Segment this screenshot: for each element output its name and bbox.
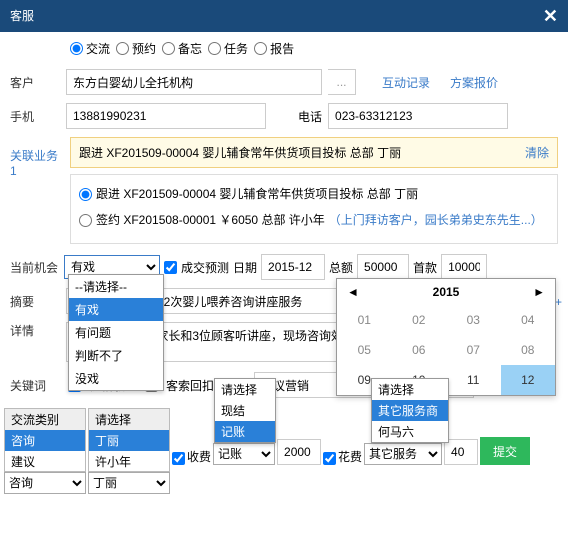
submit-button[interactable]: 提交	[480, 437, 530, 465]
forecast-label: 成交预测	[181, 259, 229, 276]
cal-next-icon[interactable]: ►	[533, 285, 545, 299]
biz-radio-group: 跟进 XF201509-00004 婴儿辅食常年供货项目投标 总部 丁丽 签约 …	[70, 174, 558, 244]
opportunity-label: 当前机会	[10, 259, 60, 276]
opp-opt-no[interactable]: 没戏	[69, 367, 163, 390]
flower-opt-0[interactable]: 请选择	[372, 379, 448, 400]
person-opt-1[interactable]: 丁丽	[89, 430, 169, 451]
cat-header: 交流类别	[5, 409, 85, 430]
related-biz-text: 跟进 XF201509-00004 婴儿辅食常年供货项目投标 总部 丁丽	[79, 144, 401, 161]
flower-checkbox[interactable]	[323, 452, 336, 465]
cal-year: 2015	[433, 285, 460, 299]
pay-opt-0[interactable]: 请选择	[215, 379, 275, 400]
cal-m06[interactable]: 06	[392, 335, 447, 365]
mode-tabs: 交流 预约 备忘 任务 报告	[0, 32, 568, 65]
flower-amount-input[interactable]	[444, 439, 478, 465]
pay-checkbox[interactable]	[172, 452, 185, 465]
window-title: 客服	[10, 0, 34, 32]
opportunity-dropdown[interactable]: --请选择-- 有戏 有问题 判断不了 没戏	[68, 274, 164, 391]
phone-label: 电话	[298, 108, 322, 125]
tab-task[interactable]: 任务	[208, 40, 248, 57]
quote-link[interactable]: 方案报价	[450, 74, 498, 91]
flower-opt-1[interactable]: 其它服务商	[372, 400, 448, 421]
firstpay-label: 首款	[413, 259, 437, 276]
cal-m11[interactable]: 11	[446, 365, 501, 395]
customer-input[interactable]	[66, 69, 322, 95]
opp-opt-youxi[interactable]: 有戏	[69, 298, 163, 321]
date-input[interactable]	[261, 254, 325, 280]
related-biz-label[interactable]: 关联业务1	[10, 147, 60, 178]
flower-dropdown[interactable]: 请选择 其它服务商 何马六	[371, 378, 449, 443]
mobile-label: 手机	[10, 108, 60, 125]
person-header: 请选择	[89, 409, 169, 430]
pay-select[interactable]: 记账	[213, 443, 275, 465]
total-label: 总额	[329, 259, 353, 276]
opp-opt-placeholder[interactable]: --请选择--	[69, 275, 163, 298]
opp-opt-problem[interactable]: 有问题	[69, 321, 163, 344]
cal-prev-icon[interactable]: ◄	[347, 285, 359, 299]
clear-link[interactable]: 清除	[525, 144, 549, 161]
tab-appoint[interactable]: 预约	[116, 40, 156, 57]
keyword-label: 关键词	[10, 377, 60, 394]
tab-report[interactable]: 报告	[254, 40, 294, 57]
person-select[interactable]: 丁丽	[88, 472, 170, 494]
firstpay-input[interactable]	[441, 254, 487, 280]
cal-m07[interactable]: 07	[446, 335, 501, 365]
cal-m03[interactable]: 03	[446, 305, 501, 335]
pay-amount-input[interactable]	[277, 439, 321, 465]
close-icon[interactable]: ✕	[543, 0, 558, 32]
person-opt-2[interactable]: 许小年	[89, 451, 169, 472]
tab-exchange[interactable]: 交流	[70, 40, 110, 57]
date-label: 日期	[233, 259, 257, 276]
detail-label: 详情	[10, 322, 60, 339]
pay-opt-2[interactable]: 记账	[215, 421, 275, 442]
cal-m04[interactable]: 04	[501, 305, 556, 335]
cal-m02[interactable]: 02	[392, 305, 447, 335]
category-listbox[interactable]: 交流类别 咨询 建议 投诉 表扬	[4, 408, 86, 472]
category-select[interactable]: 咨询	[4, 472, 86, 494]
opp-opt-unsure[interactable]: 判断不了	[69, 344, 163, 367]
pay-opt-1[interactable]: 现结	[215, 400, 275, 421]
customer-lookup-button[interactable]: ...	[328, 69, 356, 95]
cat-opt-consult[interactable]: 咨询	[5, 430, 85, 451]
person-listbox[interactable]: 请选择 丁丽 许小年 邝世杰 廖丽	[88, 408, 170, 472]
interaction-log-link[interactable]: 互动记录	[382, 74, 430, 91]
pay-dropdown[interactable]: 请选择 现结 记账	[214, 378, 276, 443]
related-biz-box: 跟进 XF201509-00004 婴儿辅食常年供货项目投标 总部 丁丽 清除	[70, 137, 558, 168]
cal-m12[interactable]: 12	[501, 365, 556, 395]
summary-label: 摘要	[10, 293, 60, 310]
flower-select[interactable]: 其它服务	[364, 443, 442, 465]
biz-radio-2[interactable]: 签约 XF201508-00001 ￥6050 总部 许小年（上门拜访客户，园长…	[79, 209, 549, 231]
cal-m08[interactable]: 08	[501, 335, 556, 365]
cat-opt-suggest[interactable]: 建议	[5, 451, 85, 472]
cal-m01[interactable]: 01	[337, 305, 392, 335]
customer-label: 客户	[10, 74, 60, 91]
phone-input[interactable]	[328, 103, 508, 129]
cal-m05[interactable]: 05	[337, 335, 392, 365]
mobile-input[interactable]	[66, 103, 266, 129]
total-input[interactable]	[357, 254, 409, 280]
biz-radio-1[interactable]: 跟进 XF201509-00004 婴儿辅食常年供货项目投标 总部 丁丽	[79, 183, 549, 205]
flower-opt-2[interactable]: 何马六	[372, 421, 448, 442]
tab-memo[interactable]: 备忘	[162, 40, 202, 57]
forecast-checkbox[interactable]	[164, 261, 177, 274]
